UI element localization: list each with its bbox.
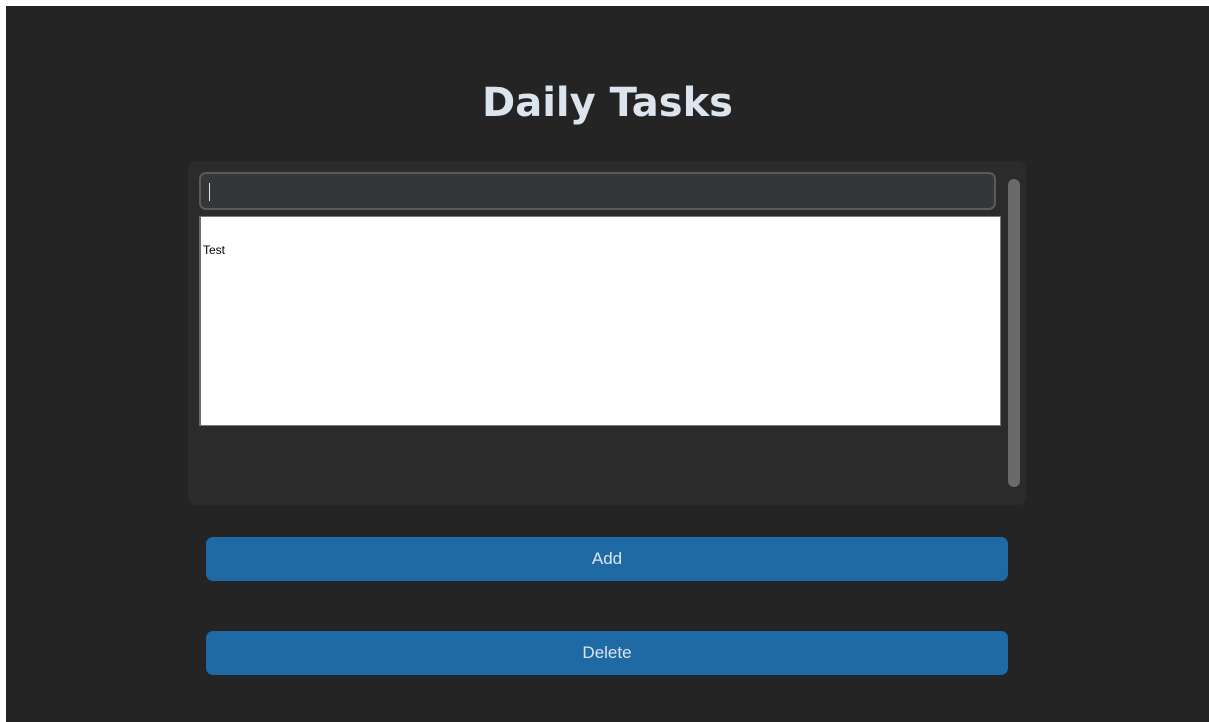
text-caret bbox=[209, 183, 210, 201]
task-listbox[interactable]: Test bbox=[199, 216, 1001, 426]
scrollable-frame: Test bbox=[188, 161, 1026, 505]
app-window: Daily Tasks Test Add Delete bbox=[6, 6, 1209, 722]
scrollbar[interactable] bbox=[1008, 179, 1020, 487]
delete-button[interactable]: Delete bbox=[206, 631, 1008, 675]
list-item[interactable]: Test bbox=[203, 243, 225, 257]
task-input[interactable] bbox=[199, 172, 996, 210]
page-title: Daily Tasks bbox=[482, 80, 733, 126]
add-button[interactable]: Add bbox=[206, 537, 1008, 581]
